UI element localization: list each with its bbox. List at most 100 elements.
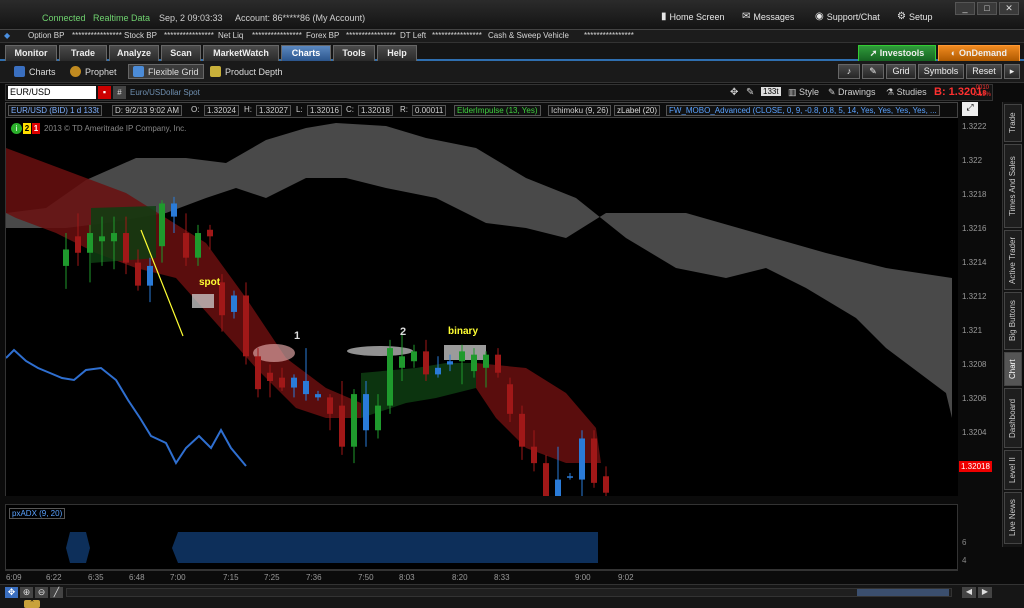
candle-body[interactable] (435, 367, 441, 375)
badge-1[interactable]: 1 (32, 123, 40, 134)
crosshair-icon[interactable]: ✥ (730, 87, 738, 98)
side-tab-trade[interactable]: Trade (1004, 104, 1022, 142)
candle-body[interactable] (399, 356, 405, 368)
study-ichimoku[interactable]: Ichimoku (9, 26) (548, 105, 612, 116)
symbol-input[interactable]: EUR/USD (8, 86, 96, 99)
side-tab-active-trader[interactable]: Active Trader (1004, 230, 1022, 290)
candle-body[interactable] (411, 351, 417, 362)
scroll-right-icon[interactable]: ▶ (978, 587, 992, 598)
candle-body[interactable] (507, 384, 513, 414)
messages-button[interactable]: ✉ Messages (742, 11, 794, 22)
ondemand-button[interactable]: ◐ OnDemand (938, 45, 1020, 61)
candle-body[interactable] (375, 405, 381, 431)
pan-icon[interactable]: ✥ (5, 587, 18, 598)
zoom-out-icon[interactable]: ⊖ (35, 587, 48, 598)
tab-marketwatch[interactable]: MarketWatch (203, 45, 279, 61)
candle-body[interactable] (231, 295, 237, 312)
scrollbar-thumb[interactable] (857, 589, 949, 596)
account-label[interactable]: Account: 86*****86 (My Account) (235, 13, 365, 23)
subtab-prophet[interactable]: Prophet (70, 66, 117, 77)
chart-scrollbar[interactable] (66, 588, 952, 597)
study-zlabel[interactable]: zLabel (20) (614, 105, 661, 116)
candle-body[interactable] (363, 394, 369, 431)
drawings-button[interactable]: ✎ Drawings (828, 87, 876, 98)
info-icon[interactable]: ◆ (4, 31, 10, 40)
side-tab-big-buttons[interactable]: Big Buttons (1004, 292, 1022, 350)
candle-body[interactable] (171, 203, 177, 217)
badge-2[interactable]: 2 (23, 123, 31, 134)
candle-body[interactable] (543, 463, 549, 496)
candle-body[interactable] (195, 233, 201, 258)
candle-body[interactable] (459, 351, 465, 362)
tab-tools[interactable]: Tools (333, 45, 375, 61)
candle-body[interactable] (75, 236, 81, 253)
candle-body[interactable] (531, 446, 537, 464)
study-fw-mobo[interactable]: FW_MOBO_Advanced (CLOSE, 0, 9, -0.8, 0.8… (666, 105, 940, 116)
tab-charts[interactable]: Charts (281, 45, 331, 61)
candle-body[interactable] (99, 236, 105, 242)
investools-button[interactable]: ➚ Investools (858, 45, 936, 61)
panel-menu-button[interactable]: ▸ (1004, 64, 1020, 79)
candle-body[interactable] (567, 476, 573, 478)
candle-body[interactable] (147, 265, 153, 286)
candle-body[interactable] (351, 394, 357, 447)
subtab-charts[interactable]: Charts (14, 66, 56, 77)
side-tab-dashboard[interactable]: Dashboard (1004, 388, 1022, 448)
candle-body[interactable] (111, 233, 117, 242)
candle-body[interactable] (447, 361, 453, 365)
setup-button[interactable]: ⚙ Setup (897, 11, 933, 22)
info-circle-icon[interactable]: i (11, 123, 22, 134)
candle-body[interactable] (495, 354, 501, 373)
candle-body[interactable] (303, 380, 309, 395)
candle-body[interactable] (483, 354, 489, 368)
marker-2-ellipse[interactable] (347, 346, 413, 356)
candle-body[interactable] (471, 354, 477, 372)
wrench-icon[interactable]: ✎ (746, 87, 754, 98)
tab-trade[interactable]: Trade (59, 45, 107, 61)
pxadx-panel[interactable]: pxADX (9, 20) (5, 504, 958, 570)
candle-body[interactable] (579, 438, 585, 480)
grid-button[interactable]: Grid (886, 64, 916, 79)
time-axis[interactable]: 6:09 6:22 6:35 6:48 7:00 7:15 7:25 7:36 … (5, 570, 958, 584)
subtab-flexible-grid[interactable]: Flexible Grid (128, 64, 204, 79)
candle-body[interactable] (87, 233, 93, 253)
home-screen-button[interactable]: ▮ Home Screen (661, 11, 725, 22)
candle-body[interactable] (327, 397, 333, 414)
symbols-button[interactable]: Symbols (918, 64, 964, 79)
zoom-in-icon[interactable]: ⊕ (20, 587, 33, 598)
candle-body[interactable] (555, 479, 561, 496)
reset-button[interactable]: Reset (966, 64, 1002, 79)
price-chart-panel[interactable]: i 2 1 2013 © TD Ameritrade IP Company, I… (5, 118, 958, 496)
candle-body[interactable] (123, 233, 129, 263)
draw-line-icon[interactable]: ╱ (50, 587, 63, 598)
candle-body[interactable] (183, 233, 189, 258)
candle-body[interactable] (279, 377, 285, 388)
style-button[interactable]: ▥ Style (788, 87, 819, 98)
support-chat-button[interactable]: ◉ Support/Chat (815, 11, 880, 22)
collapse-handle-icon[interactable]: ⌃ (24, 600, 40, 608)
candle-body[interactable] (255, 356, 261, 390)
period-selector[interactable]: 133t (761, 87, 781, 96)
side-tab-chart[interactable]: Chart (1004, 352, 1022, 386)
price-axis[interactable]: 1.3222 1.322 1.3218 1.3216 1.3214 1.3212… (958, 118, 994, 496)
candle-body[interactable] (243, 295, 249, 357)
candle-body[interactable] (315, 394, 321, 398)
candle-body[interactable] (207, 229, 213, 237)
tab-analyze[interactable]: Analyze (109, 45, 159, 61)
spot-marker[interactable] (192, 294, 214, 308)
candle-body[interactable] (591, 438, 597, 483)
candle-body[interactable] (63, 249, 69, 266)
side-tab-times-and-sales[interactable]: Times And Sales (1004, 144, 1022, 228)
side-tab-live-news[interactable]: Live News (1004, 492, 1022, 544)
tab-help[interactable]: Help (377, 45, 417, 61)
maximize-button[interactable]: □ (977, 2, 997, 15)
alert-bell-button[interactable]: ♪ (838, 64, 860, 79)
candle-body[interactable] (339, 405, 345, 447)
close-button[interactable]: ✕ (999, 2, 1019, 15)
price-chart-canvas[interactable] (6, 118, 959, 496)
candle-body[interactable] (291, 377, 297, 388)
tab-monitor[interactable]: Monitor (5, 45, 57, 61)
tools-button[interactable]: ✎ (862, 64, 884, 79)
studies-button[interactable]: ⚗ Studies (886, 87, 927, 98)
candle-body[interactable] (387, 348, 393, 406)
